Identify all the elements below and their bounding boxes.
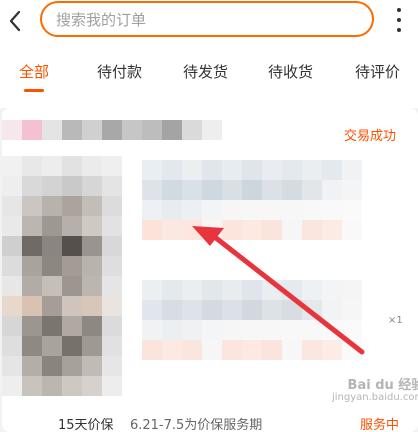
tab-pending-receipt[interactable]: 待收货 <box>268 62 313 82</box>
top-bar: 搜索我的订单 全部 待付款 待发货 待收货 待评价 <box>0 0 418 108</box>
price-guarantee-row[interactable]: 15天价保 6.21-7.5为价保服务期 服务中 <box>2 410 418 432</box>
search-placeholder: 搜索我的订单 <box>56 11 147 29</box>
back-button[interactable] <box>4 6 26 36</box>
more-button[interactable] <box>392 8 406 32</box>
tab-active-indicator <box>24 89 44 92</box>
search-input[interactable]: 搜索我的订单 <box>40 1 374 37</box>
price-guarantee-period: 6.21-7.5为价保服务期 <box>130 418 263 432</box>
tab-all[interactable]: 全部 <box>19 62 49 82</box>
shop-name-blurred <box>2 120 222 140</box>
tab-pending-payment[interactable]: 待付款 <box>97 62 142 82</box>
order-status: 交易成功 <box>344 129 397 144</box>
product-image-blurred[interactable] <box>2 156 122 396</box>
order-tabs: 全部 待付款 待发货 待收货 待评价 <box>0 58 418 92</box>
tab-pending-shipment[interactable]: 待发货 <box>183 62 228 82</box>
service-status[interactable]: 服务中 <box>360 414 399 432</box>
more-vertical-icon <box>397 8 401 12</box>
item-quantity: ×1 <box>388 315 403 326</box>
product-specs-blurred[interactable] <box>142 280 362 380</box>
price-guarantee-label: 15天价保 <box>58 418 114 432</box>
chevron-left-icon <box>9 10 21 32</box>
baidu-watermark: Bai du 经验 jingyan.baidu.com <box>332 378 418 404</box>
watermark-brand: Bai du 经验 <box>347 378 418 393</box>
tab-pending-review[interactable]: 待评价 <box>355 62 400 82</box>
watermark-url: jingyan.baidu.com <box>332 392 418 403</box>
product-title-blurred[interactable] <box>142 160 362 260</box>
